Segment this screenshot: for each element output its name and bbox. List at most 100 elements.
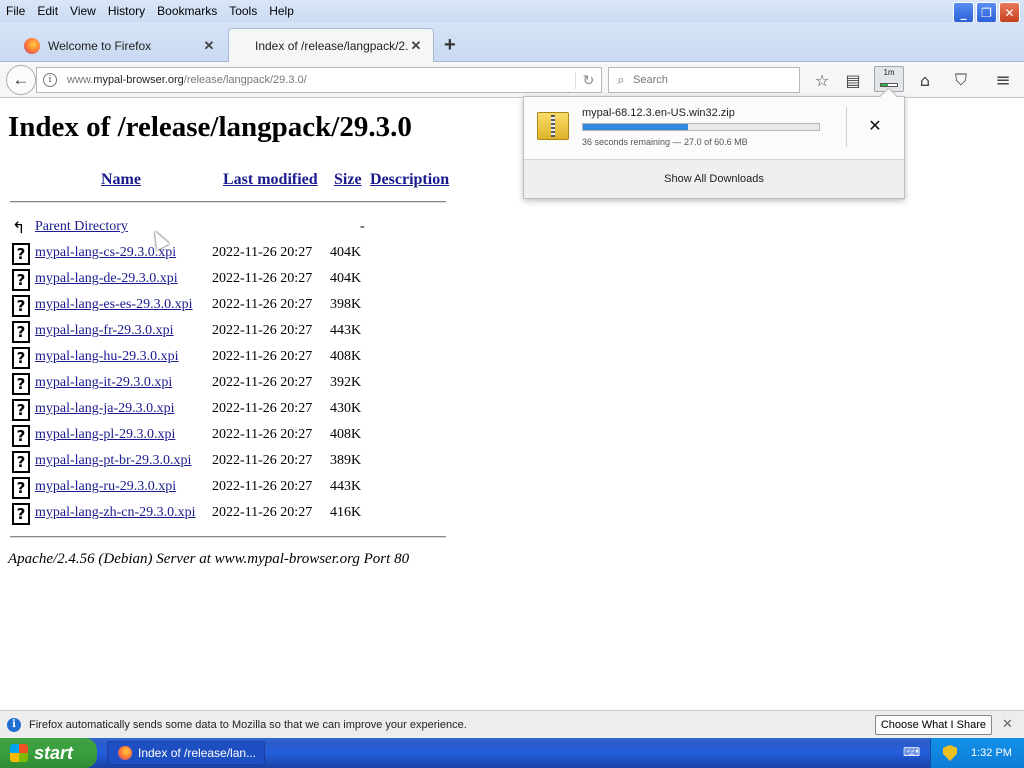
sort-by-size-link[interactable]: Size (334, 171, 362, 189)
new-tab-icon[interactable]: + (444, 34, 456, 57)
file-size: 404K (330, 245, 362, 260)
start-button[interactable]: start (0, 738, 97, 768)
server-signature: Apache/2.4.56 (Debian) Server at www.myp… (8, 551, 410, 567)
sort-by-modified-link[interactable]: Last modified (223, 171, 318, 189)
start-label: start (34, 742, 74, 763)
back-folder-icon: ↰ (12, 218, 26, 237)
security-shield-icon[interactable] (943, 745, 957, 761)
close-notification-icon[interactable]: ✕ (1002, 717, 1016, 732)
tab-index[interactable]: Index of /release/langpack/2... ✕ (228, 28, 434, 63)
search-icon: ⌕ (617, 72, 625, 88)
taskbar: start Index of /release/lan... ⌨ 1:32 PM (0, 738, 1024, 768)
table-row: ? mypal-lang-fr-29.3.0.xpi 2022-11-26 20:2… (10, 321, 430, 347)
menu-file[interactable]: File (0, 0, 31, 22)
download-item[interactable]: mypal-68.12.3.en-US.win32.zip 36 seconds… (524, 97, 904, 159)
maximize-icon[interactable]: ❐ (976, 2, 997, 23)
file-link[interactable]: mypal-lang-pl-29.3.0.xpi (35, 427, 175, 443)
taskbar-item-firefox[interactable]: Index of /release/lan... (107, 741, 265, 765)
table-row: ? mypal-lang-pl-29.3.0.xpi 2022-11-26 20:2… (10, 425, 430, 451)
file-link[interactable]: mypal-lang-hu-29.3.0.xpi (35, 349, 178, 365)
home-icon[interactable]: ⌂ (914, 69, 936, 91)
menu-edit[interactable]: Edit (31, 0, 64, 22)
unknown-file-icon: ? (12, 243, 30, 265)
file-size: 398K (330, 297, 362, 312)
tab-close-icon[interactable]: ✕ (409, 38, 423, 54)
back-button[interactable]: ← (6, 65, 36, 95)
unknown-file-icon: ? (12, 347, 30, 369)
url-bar[interactable]: i www.mypal-browser.org/release/langpack… (36, 67, 602, 93)
file-date: 2022-11-26 20:27 (212, 505, 313, 520)
file-size: 404K (330, 271, 362, 286)
parent-directory-link[interactable]: Parent Directory (35, 219, 128, 235)
minimize-icon[interactable]: _ (953, 2, 974, 23)
sort-by-description-link[interactable]: Description (370, 171, 449, 189)
reload-icon[interactable]: ↻ (575, 71, 601, 89)
info-icon: i (7, 717, 21, 732)
file-link[interactable]: mypal-lang-it-29.3.0.xpi (35, 375, 172, 391)
file-link[interactable]: mypal-lang-fr-29.3.0.xpi (35, 323, 174, 339)
table-row: ? mypal-lang-hu-29.3.0.xpi 2022-11-26 20:2… (10, 347, 430, 373)
tab-welcome[interactable]: Welcome to Firefox ✕ (0, 30, 226, 62)
firefox-icon (118, 746, 132, 760)
file-link[interactable]: mypal-lang-ru-29.3.0.xpi (35, 479, 176, 495)
download-badge: 1m (883, 68, 895, 77)
file-link[interactable]: mypal-lang-de-29.3.0.xpi (35, 271, 178, 287)
hamburger-menu-icon[interactable]: ≡ (992, 69, 1014, 91)
window-close-icon[interactable]: ✕ (999, 2, 1020, 23)
clock[interactable]: 1:32 PM (971, 747, 1012, 759)
footer-divider (10, 536, 446, 538)
parent-size: - (360, 219, 365, 234)
nav-bar: ← i www.mypal-browser.org/release/langpa… (0, 62, 1024, 98)
page-title: Index of /release/langpack/29.3.0 (8, 111, 412, 143)
file-date: 2022-11-26 20:27 (212, 479, 313, 494)
file-date: 2022-11-26 20:27 (212, 245, 313, 260)
file-size: 443K (330, 323, 362, 338)
cancel-download-icon[interactable]: ✕ (864, 115, 886, 137)
menu-tools[interactable]: Tools (223, 0, 263, 22)
file-size: 408K (330, 349, 362, 364)
keyboard-icon[interactable]: ⌨ (903, 745, 920, 759)
reading-list-icon[interactable]: ▤ (842, 69, 864, 91)
tab-close-icon[interactable]: ✕ (202, 38, 216, 54)
file-date: 2022-11-26 20:27 (212, 401, 313, 416)
unknown-file-icon: ? (12, 295, 30, 317)
table-row: ? mypal-lang-ja-29.3.0.xpi 2022-11-26 20:2… (10, 399, 430, 425)
sort-by-name-link[interactable]: Name (101, 171, 141, 189)
file-date: 2022-11-26 20:27 (212, 349, 313, 364)
menu-view[interactable]: View (64, 0, 102, 22)
unknown-file-icon: ? (12, 425, 30, 447)
header-divider (10, 201, 446, 203)
zip-file-icon (537, 112, 569, 140)
file-link[interactable]: mypal-lang-ja-29.3.0.xpi (35, 401, 175, 417)
menu-bar: File Edit View History Bookmarks Tools H… (0, 0, 1024, 23)
file-date: 2022-11-26 20:27 (212, 427, 313, 442)
pocket-icon[interactable]: ⛉ (950, 69, 972, 91)
file-size: 389K (330, 453, 362, 468)
file-link[interactable]: mypal-lang-zh-cn-29.3.0.xpi (35, 505, 196, 521)
url-path: /release/langpack/29.3.0/ (183, 74, 307, 86)
table-row: ? mypal-lang-de-29.3.0.xpi 2022-11-26 20:2… (10, 269, 430, 295)
unknown-file-icon: ? (12, 373, 30, 395)
tab-strip: Welcome to Firefox ✕ Index of /release/l… (0, 22, 1024, 63)
window-controls: _ ❐ ✕ (953, 2, 1020, 23)
show-all-downloads-button[interactable]: Show All Downloads (524, 159, 904, 198)
download-mini-fill (881, 84, 889, 86)
file-link[interactable]: mypal-lang-es-es-29.3.0.xpi (35, 297, 192, 313)
search-bar[interactable]: ⌕ (608, 67, 800, 93)
bookmark-star-icon[interactable]: ☆ (811, 69, 833, 91)
table-row: ? mypal-lang-it-29.3.0.xpi 2022-11-26 20:2… (10, 373, 430, 399)
back-arrow-icon: ← (12, 70, 30, 89)
choose-what-i-share-button[interactable]: Choose What I Share (874, 714, 992, 735)
search-input[interactable] (633, 74, 793, 86)
url-text[interactable]: www.mypal-browser.org/release/langpack/2… (67, 74, 575, 86)
menu-bookmarks[interactable]: Bookmarks (151, 0, 223, 22)
menu-history[interactable]: History (102, 0, 151, 22)
menu-help[interactable]: Help (263, 0, 300, 22)
firefox-icon (24, 38, 40, 54)
file-date: 2022-11-26 20:27 (212, 297, 313, 312)
file-link[interactable]: mypal-lang-pt-br-29.3.0.xpi (35, 453, 191, 469)
site-info-icon[interactable]: i (43, 73, 57, 87)
url-prefix: www. (67, 74, 94, 86)
file-date: 2022-11-26 20:27 (212, 375, 313, 390)
table-row: ? mypal-lang-cs-29.3.0.xpi 2022-11-26 20:2… (10, 243, 430, 269)
